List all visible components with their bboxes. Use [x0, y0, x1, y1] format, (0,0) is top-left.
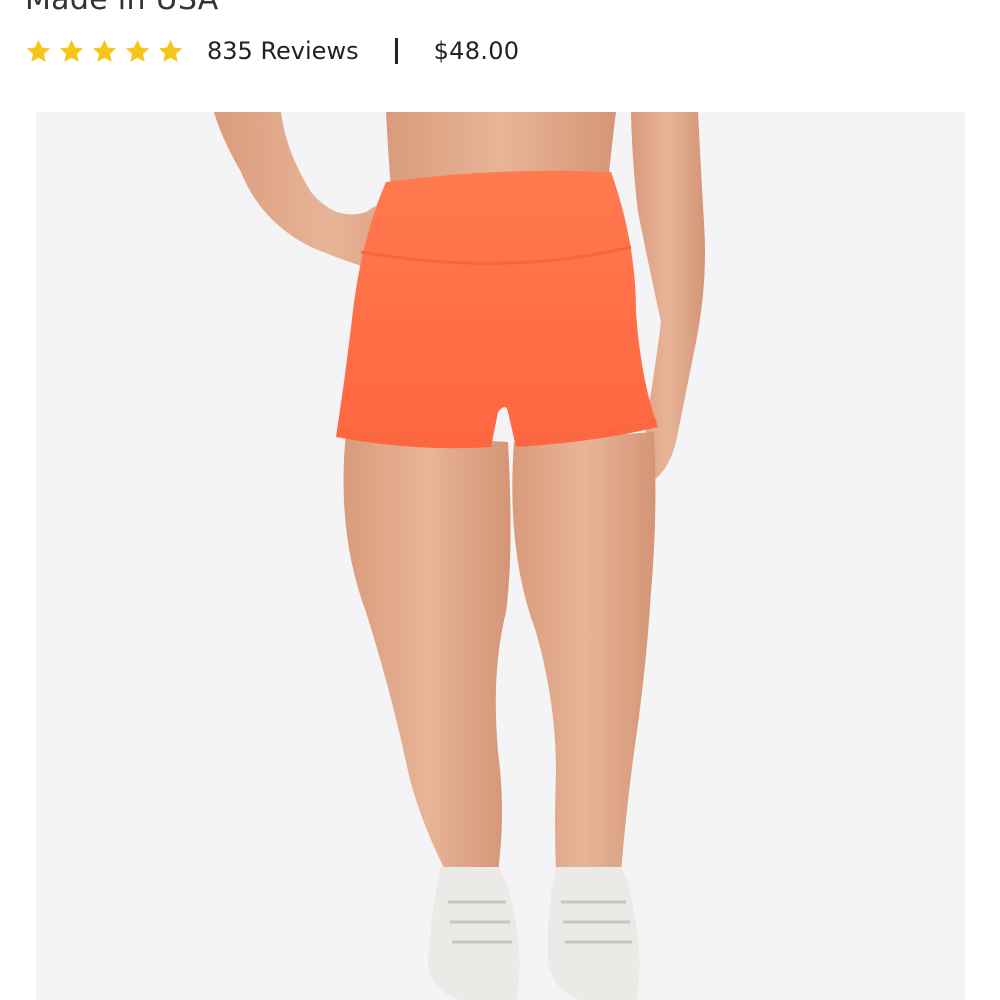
product-price: $48.00	[433, 37, 520, 65]
star-icon	[158, 39, 183, 62]
product-photo-illustration	[36, 112, 965, 1000]
product-photo[interactable]	[36, 112, 965, 1000]
star-icon	[92, 39, 117, 62]
star-icon	[125, 39, 150, 62]
product-subtitle: Made in USA	[25, 0, 219, 18]
reviews-link[interactable]: 835 Reviews	[207, 37, 359, 65]
star-icon	[59, 39, 84, 62]
star-icon	[26, 39, 51, 62]
rating-stars[interactable]	[25, 38, 184, 65]
product-page: Made in USA 835 Reviews $48.00	[0, 0, 1000, 1000]
product-meta-row: 835 Reviews $48.00	[25, 32, 519, 70]
meta-divider	[394, 38, 398, 64]
